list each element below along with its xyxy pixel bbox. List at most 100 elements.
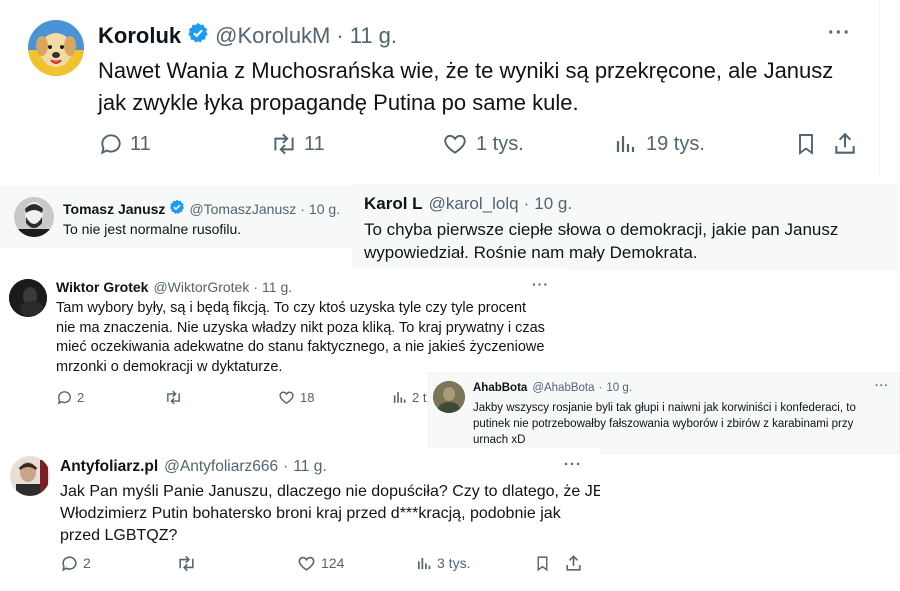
separator-dot: · (598, 382, 603, 394)
views-count: 2 t (412, 389, 427, 405)
author-handle[interactable]: @KorolukM (215, 23, 330, 49)
avatar[interactable] (28, 20, 84, 76)
timestamp[interactable]: 11 g. (293, 458, 326, 476)
heart-icon (279, 390, 294, 404)
reply-button[interactable]: 2 (56, 389, 84, 406)
author-handle[interactable]: @WiktorGrotek (153, 279, 249, 295)
person-avatar-icon (9, 279, 47, 317)
person-avatar-icon (10, 456, 50, 496)
retweet-icon (274, 133, 294, 155)
tweet-header: Antyfoliarz.pl @Antyfoliarz666 · 11 g. (60, 458, 327, 476)
tweet-reply[interactable]: Antyfoliarz.pl @Antyfoliarz666 · 11 g. ·… (0, 448, 600, 584)
dog-avatar-icon (28, 20, 84, 76)
retweet-button[interactable] (164, 389, 187, 406)
timestamp[interactable]: 10 g. (606, 382, 632, 394)
verified-badge-icon (187, 22, 209, 50)
heart-icon (444, 134, 466, 154)
analytics-icon (393, 391, 406, 403)
tweet-text-line: Nawet Wania z Muchosrańska wie, że te wy… (98, 58, 834, 83)
timestamp[interactable]: 11 g. (262, 279, 292, 295)
tweet-header: Karol L @karol_lolq · 10 g. (364, 194, 572, 214)
like-button[interactable]: 124 (297, 554, 344, 573)
author-name[interactable]: Antyfoliarz.pl (60, 458, 158, 476)
bookmark-button[interactable] (534, 554, 551, 573)
author-handle[interactable]: @Antyfoliarz666 (164, 458, 278, 476)
reply-icon (62, 555, 77, 571)
avatar[interactable] (9, 279, 47, 317)
retweet-button[interactable]: 11 (270, 131, 325, 157)
reply-icon (57, 390, 71, 404)
avatar[interactable] (10, 456, 50, 496)
like-button[interactable]: 18 (278, 389, 314, 406)
share-button[interactable] (832, 131, 858, 157)
reply-count: 2 (77, 389, 85, 405)
views-count: 19 tys. (646, 132, 705, 155)
retweet-count: 11 (304, 132, 325, 155)
tweet-reply[interactable]: Tomasz Janusz @TomaszJanusz · 10 g. To n… (0, 186, 352, 248)
bookmark-button[interactable] (794, 131, 818, 157)
tweet-main[interactable]: Koroluk @KorolukM · 11 g. ··· Nawet Wani… (6, 0, 880, 176)
tweet-text: To nie jest normalne rusofilu. (63, 221, 242, 237)
person-avatar-icon (433, 381, 465, 413)
tweet-text-line: urnach xD (473, 434, 526, 446)
tweet-header: Koroluk @KorolukM · 11 g. (98, 22, 397, 50)
tweet-reply[interactable]: AhabBota @AhabBota · 10 g. ··· Jakby wsz… (428, 372, 900, 454)
timestamp[interactable]: 10 g. (309, 201, 340, 217)
tweet-actions: 2 124 3 tys. (60, 552, 590, 574)
author-handle[interactable]: @AhabBota (532, 382, 594, 394)
reply-icon (100, 134, 121, 155)
more-options-button[interactable]: ··· (532, 276, 549, 292)
verified-badge-icon (169, 199, 185, 218)
tweet-actions: 2 18 2 t (56, 387, 436, 407)
more-options-button[interactable]: ··· (875, 380, 889, 392)
tweet-text: Jakby wszyscy rosjanie byli tak głupi i … (473, 400, 856, 448)
reply-count: 11 (130, 132, 151, 155)
reply-button[interactable]: 11 (98, 131, 151, 157)
bookmark-icon (799, 134, 813, 155)
like-count: 1 tys. (476, 132, 524, 155)
views-button[interactable]: 2 t (392, 389, 426, 406)
avatar[interactable] (14, 197, 54, 237)
reply-count: 2 (83, 555, 91, 571)
tweet-text-line: jak zwykle łyka propagandę Putina po sam… (98, 90, 579, 115)
separator-dot: · (336, 23, 344, 48)
tweet-text-line: nie ma znaczenia. Nie uzyska władzy nikt… (56, 319, 545, 336)
retweet-button[interactable] (176, 554, 201, 573)
separator-dot: · (283, 458, 289, 475)
tweet-text: To chyba pierwsze ciepłe słowa o demokra… (364, 218, 838, 264)
views-button[interactable]: 19 tys. (614, 131, 705, 157)
tweet-text-line: wypowiedział. Rośnie nam mały Demokrata. (364, 243, 698, 262)
more-options-button[interactable]: ··· (564, 456, 582, 473)
author-name[interactable]: Tomasz Janusz (63, 201, 165, 217)
tweet-text-line: Jak Pan myśli Panie Januszu, dlaczego ni… (60, 483, 600, 500)
heart-icon (298, 556, 315, 571)
avatar[interactable] (433, 381, 465, 413)
author-handle[interactable]: @karol_lolq (429, 194, 519, 214)
author-name[interactable]: AhabBota (473, 382, 527, 394)
author-name[interactable]: Wiktor Grotek (56, 279, 148, 295)
tweet-text-line: Tam wybory były, są i będą fikcją. To cz… (56, 300, 527, 316)
author-handle[interactable]: @TomaszJanusz (189, 201, 296, 217)
timestamp[interactable]: 11 g. (350, 23, 397, 49)
views-button[interactable]: 3 tys. (416, 554, 470, 573)
like-count: 18 (300, 389, 315, 405)
more-options-button[interactable]: ··· (828, 22, 851, 45)
analytics-icon (417, 557, 431, 569)
retweet-icon (167, 390, 180, 404)
reply-button[interactable]: 2 (60, 554, 91, 573)
tweet-text-line: putinek nie potrzebowałby fałszowania wy… (473, 418, 854, 430)
tweet-text-line: mieć oczekiwania adekwatne do stanu fakt… (56, 339, 545, 355)
share-icon (835, 132, 855, 154)
tweet-reply[interactable]: Karol L @karol_lolq · 10 g. To chyba pie… (352, 184, 897, 270)
author-name[interactable]: Karol L (364, 194, 423, 214)
tweet-text: Nawet Wania z Muchosrańska wie, że te wy… (98, 55, 833, 119)
share-button[interactable] (564, 554, 583, 573)
tweet-text: Jak Pan myśli Panie Januszu, dlaczego ni… (60, 481, 600, 547)
analytics-icon (616, 136, 635, 152)
separator-dot: · (300, 200, 305, 217)
like-button[interactable]: 1 tys. (442, 131, 524, 157)
views-count: 3 tys. (437, 555, 471, 571)
author-name[interactable]: Koroluk (98, 23, 181, 49)
timestamp[interactable]: 10 g. (534, 194, 572, 214)
retweet-icon (179, 555, 194, 571)
